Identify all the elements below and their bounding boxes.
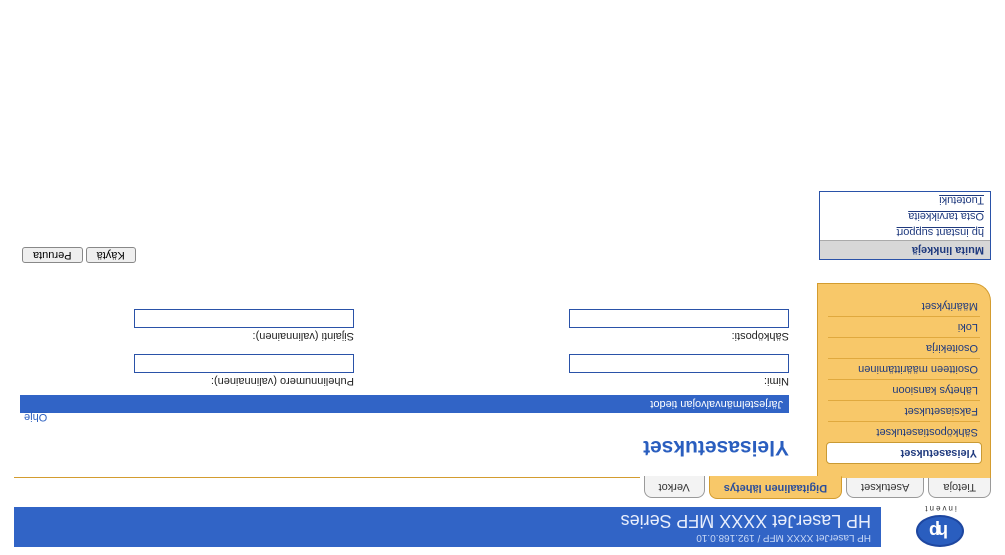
input-name[interactable] [569,354,789,373]
section-admin-info: Järjestelmänvalvojan tiedot [20,395,789,413]
label-phone: Puhelinnumero (valinnainen): [29,375,354,387]
device-title: HP LaserJet XXXX MFP Series [24,510,871,531]
label-email: Sähköposti: [464,330,789,342]
link-shop-supplies[interactable]: Osta tarvikkeita [820,208,990,224]
tab-digital-sending[interactable]: Digitaalinen lähetys [709,476,842,499]
sidebar-item-log[interactable]: Loki [828,316,980,337]
sidebar-item-addressbook[interactable]: Osoitekirja [828,337,980,358]
page-title: Yleisasetukset [20,435,789,459]
link-product-support[interactable]: Tuotetuki [820,192,990,208]
sidebar-item-addressing[interactable]: Osoitteen määrittäminen [828,358,980,379]
hp-logo-icon: hp [916,515,964,547]
sidebar-item-send-folder[interactable]: Lähetys kansioon [828,379,980,400]
device-address: HP LaserJet XXXX MFP / 192.168.0.10 [24,532,871,543]
input-email[interactable] [569,309,789,328]
title-bar: HP LaserJet XXXX MFP / 192.168.0.10 HP L… [14,507,881,547]
label-name: Nimi: [464,375,789,387]
side-nav: Yleisasetukset Sähköpostiasetukset Faksi… [817,283,991,478]
tab-info[interactable]: Tietoja [928,476,991,498]
input-location[interactable] [134,309,354,328]
tab-networking[interactable]: Verkot [644,476,705,498]
top-tabs: Tietoja Asetukset Digitaalinen lähetys V… [14,477,991,500]
sidebar-item-fax[interactable]: Faksiasetukset [828,400,980,421]
input-phone[interactable] [134,354,354,373]
cancel-button[interactable]: Peruuta [22,247,83,263]
sidebar-item-email[interactable]: Sähköpostiasetukset [828,421,980,442]
hp-invent-text: invent [923,504,956,513]
sidebar-item-preferences[interactable]: Määritykset [828,296,980,316]
other-links-heading: Muita linkkejä [820,240,990,259]
tab-settings[interactable]: Asetukset [846,476,924,498]
apply-button[interactable]: Käytä [86,247,136,263]
sidebar-item-general[interactable]: Yleisasetukset [826,442,982,464]
brand-logo: hp invent [881,504,991,547]
label-location: Sijainti (valinnainen): [29,330,354,342]
help-link[interactable]: Ohje [24,411,47,423]
other-links-box: Muita linkkejä hp instant support Osta t… [819,191,991,260]
link-instant-support[interactable]: hp instant support [820,224,990,240]
